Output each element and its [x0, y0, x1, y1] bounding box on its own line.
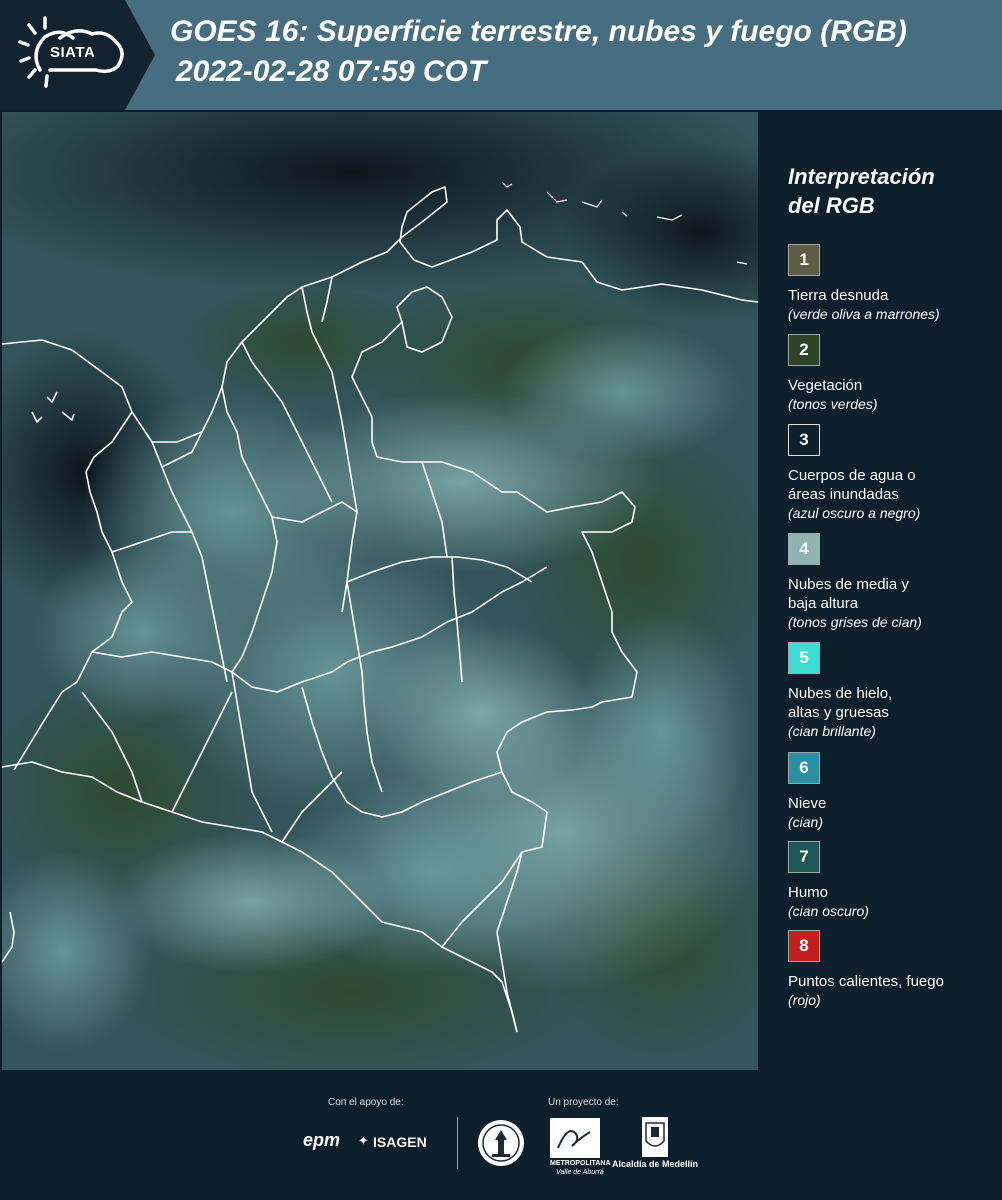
logo-text: SIATA: [50, 44, 96, 61]
satellite-map: [2, 112, 758, 1070]
legend-label: Vegetación: [788, 377, 863, 394]
legend-label: Humo: [788, 884, 829, 901]
legend-note: (tonos grises de cian): [788, 614, 922, 630]
siata-logo: SIATA: [0, 0, 160, 110]
footer: Con el apoyo de: Un proyecto de: epm ✦ I…: [0, 1072, 1002, 1200]
legend-title-line1: Interpretación: [788, 164, 935, 189]
medellin-coat-of-arms-icon: [642, 1117, 668, 1162]
page-title: GOES 16: Superficie terrestre, nubes y f…: [170, 15, 907, 48]
legend-label-line1: Cuerpos de agua o: [788, 467, 916, 484]
legend-item-8: 8 Puntos calientes, fuego (rojo): [788, 930, 993, 1010]
legend-swatch: 2: [788, 334, 820, 366]
legend-label-line1: Nubes de media y: [788, 576, 909, 593]
isagen-logo: ISAGEN: [373, 1134, 427, 1150]
header-banner: SIATA GOES 16: Superficie terrestre, nub…: [0, 0, 1002, 110]
area-caption-line2: Valle de Aburrá: [556, 1169, 604, 1176]
legend-title: Interpretación del RGB: [788, 162, 935, 220]
legend-swatch: 3: [788, 424, 820, 456]
legend-note: (cian): [788, 814, 824, 830]
legend-swatch: 5: [788, 642, 820, 674]
legend-note: (cian brillante): [788, 723, 876, 739]
legend-label: Puntos calientes, fuego: [788, 973, 944, 990]
legend-note: (tonos verdes): [788, 396, 878, 412]
legend-item-4: 4 Nubes de media y baja altura (tonos gr…: [788, 533, 993, 632]
project-label: Un proyecto de:: [548, 1097, 619, 1108]
legend-label: Nieve: [788, 795, 827, 812]
legend-item-1: 1 Tierra desnuda (verde oliva a marrones…: [788, 244, 993, 324]
legend-item-7: 7 Humo (cian oscuro): [788, 841, 993, 921]
legend-note: (verde oliva a marrones): [788, 306, 940, 322]
legend-item-5: 5 Nubes de hielo, altas y gruesas (cian …: [788, 642, 993, 741]
legend-title-line2: del RGB: [788, 193, 875, 218]
legend-label-line1: Nubes de hielo,: [788, 685, 893, 702]
support-label: Con el apoyo de:: [328, 1097, 404, 1108]
legend-item-2: 2 Vegetación (tonos verdes): [788, 334, 993, 414]
legend-note: (cian oscuro): [788, 903, 869, 919]
legend-note: (rojo): [788, 992, 821, 1008]
legend-label-line2: áreas inundadas: [788, 486, 899, 503]
legend-label: Tierra desnuda: [788, 287, 889, 304]
legend-note: (azul oscuro a negro): [788, 505, 921, 521]
legend-label: Nubes de hielo, altas y gruesas: [788, 684, 993, 722]
legend-swatch: 6: [788, 752, 820, 784]
legend-swatch: 8: [788, 930, 820, 962]
area-metropolitana-logo: [550, 1118, 600, 1163]
epm-logo: epm: [303, 1130, 341, 1150]
legend-swatch: 1: [788, 244, 820, 276]
legend-label: Nubes de media y baja altura: [788, 575, 993, 613]
medellin-caption: Alcaldía de Medellín: [612, 1159, 699, 1169]
legend-label-line2: baja altura: [788, 595, 859, 612]
legend-swatch: 4: [788, 533, 820, 565]
government-seal-icon: [476, 1118, 526, 1173]
legend-item-6: 6 Nieve (cian): [788, 752, 993, 832]
area-caption-line1: METROPOLITANA: [550, 1160, 611, 1167]
legend-label-line2: altas y gruesas: [788, 704, 889, 721]
legend-label: Cuerpos de agua o áreas inundadas: [788, 466, 993, 504]
legend-item-3: 3 Cuerpos de agua o áreas inundadas (azu…: [788, 424, 993, 523]
timestamp: 2022-02-28 07:59 COT: [176, 55, 487, 88]
legend-swatch: 7: [788, 841, 820, 873]
isagen-icon: ✦: [358, 1133, 369, 1148]
legend-panel: Interpretación del RGB 1 Tierra desnuda …: [760, 112, 1002, 1072]
footer-divider: [457, 1117, 458, 1169]
